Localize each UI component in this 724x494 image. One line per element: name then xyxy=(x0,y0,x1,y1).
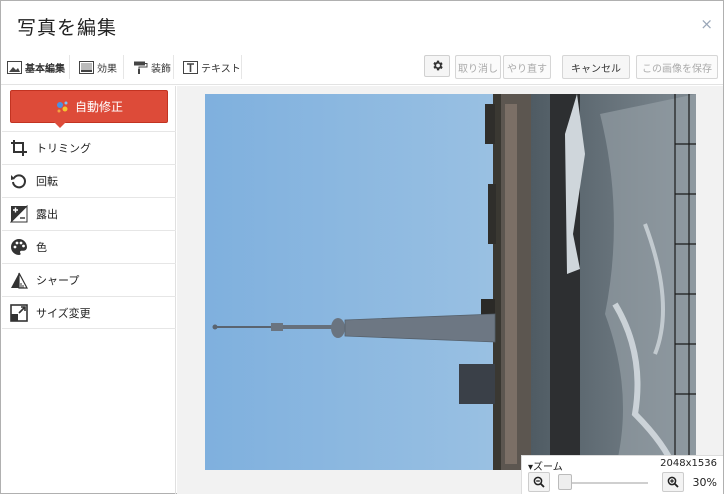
undo-button[interactable]: 取り消し xyxy=(455,55,501,79)
sidebar-item-label: シャープ xyxy=(36,274,80,287)
sidebar-item-label: 露出 xyxy=(36,208,58,221)
resize-icon xyxy=(10,303,28,322)
save-image-button[interactable]: この画像を保存 xyxy=(636,55,718,79)
zoom-slider-track[interactable] xyxy=(562,482,648,484)
text-icon xyxy=(183,60,198,74)
photo-preview[interactable] xyxy=(205,94,696,470)
sidebar-item-label: 色 xyxy=(36,241,47,254)
auto-fix-label: 自動修正 xyxy=(74,100,123,114)
sidebar-item-crop[interactable]: トリミング xyxy=(2,131,176,164)
settings-button[interactable] xyxy=(424,55,450,77)
paint-roller-icon xyxy=(133,61,148,74)
tab-label: 効果 xyxy=(97,63,117,75)
sidebar-item-sharpen[interactable]: シャープ xyxy=(2,263,176,296)
tab-divider xyxy=(123,55,124,79)
tab-label: 装飾 xyxy=(151,63,171,75)
gear-icon xyxy=(431,57,444,76)
tab-effects[interactable]: 効果 xyxy=(79,55,117,79)
tab-divider xyxy=(69,55,70,79)
editor-toolbar: 基本編集 効果 装飾 テキスト 取り消し やり直す キャンセル この画像を保存 xyxy=(1,49,723,85)
sparkle-icon xyxy=(55,99,71,115)
zoom-toggle[interactable]: ▾ズーム xyxy=(528,458,563,473)
sidebar-item-rotate[interactable]: 回転 xyxy=(2,164,176,197)
tab-label: テキスト xyxy=(201,63,241,75)
redo-button[interactable]: やり直す xyxy=(503,55,551,79)
cancel-button[interactable]: キャンセル xyxy=(562,55,630,79)
sidebar-item-label: 回転 xyxy=(36,175,58,188)
zoom-in-button[interactable] xyxy=(662,472,684,492)
sharpen-icon xyxy=(10,271,28,289)
zoom-percent: 30% xyxy=(692,476,717,489)
dialog-titlebar: 写真を編集 × xyxy=(1,1,723,47)
sidebar-item-color[interactable]: 色 xyxy=(2,230,176,263)
zoom-slider-thumb[interactable] xyxy=(558,474,572,490)
image-icon xyxy=(7,60,22,74)
exposure-icon xyxy=(10,205,28,223)
zoom-in-icon xyxy=(667,473,679,492)
tab-label: 基本編集 xyxy=(25,63,65,75)
auto-fix-button[interactable]: 自動修正 xyxy=(10,90,168,128)
sidebar-item-exposure[interactable]: 露出 xyxy=(2,197,176,230)
zoom-panel: ▾ズーム 2048x1536 30% xyxy=(521,455,723,494)
effects-icon xyxy=(79,60,94,74)
sidebar-item-resize[interactable]: サイズ変更 xyxy=(2,296,176,329)
tab-decorations[interactable]: 装飾 xyxy=(133,55,171,79)
edit-photo-dialog: 写真を編集 × 基本編集 効果 装飾 テキスト 取り消し やり直す キャンセル … xyxy=(0,0,724,494)
sidebar-item-label: サイズ変更 xyxy=(36,306,91,320)
palette-icon xyxy=(10,238,28,256)
photo-canvas xyxy=(177,86,723,494)
tab-divider xyxy=(241,55,242,79)
tab-divider xyxy=(173,55,174,79)
adjustments-sidebar: 自動修正 トリミング 回転 露出 色 シャープ サイズ変更 xyxy=(2,86,176,494)
tab-basic-edit[interactable]: 基本編集 xyxy=(7,55,65,79)
zoom-out-button[interactable] xyxy=(528,472,550,492)
close-icon[interactable]: × xyxy=(700,15,713,33)
sidebar-item-label: トリミング xyxy=(36,142,91,155)
caret-down-icon xyxy=(54,122,66,128)
photo-image xyxy=(205,94,696,470)
image-dimensions: 2048x1536 xyxy=(660,458,717,469)
crop-icon xyxy=(10,139,28,157)
zoom-out-icon xyxy=(533,473,545,492)
rotate-icon xyxy=(10,172,28,190)
dialog-title: 写真を編集 xyxy=(17,17,118,39)
tab-text[interactable]: テキスト xyxy=(183,55,241,79)
